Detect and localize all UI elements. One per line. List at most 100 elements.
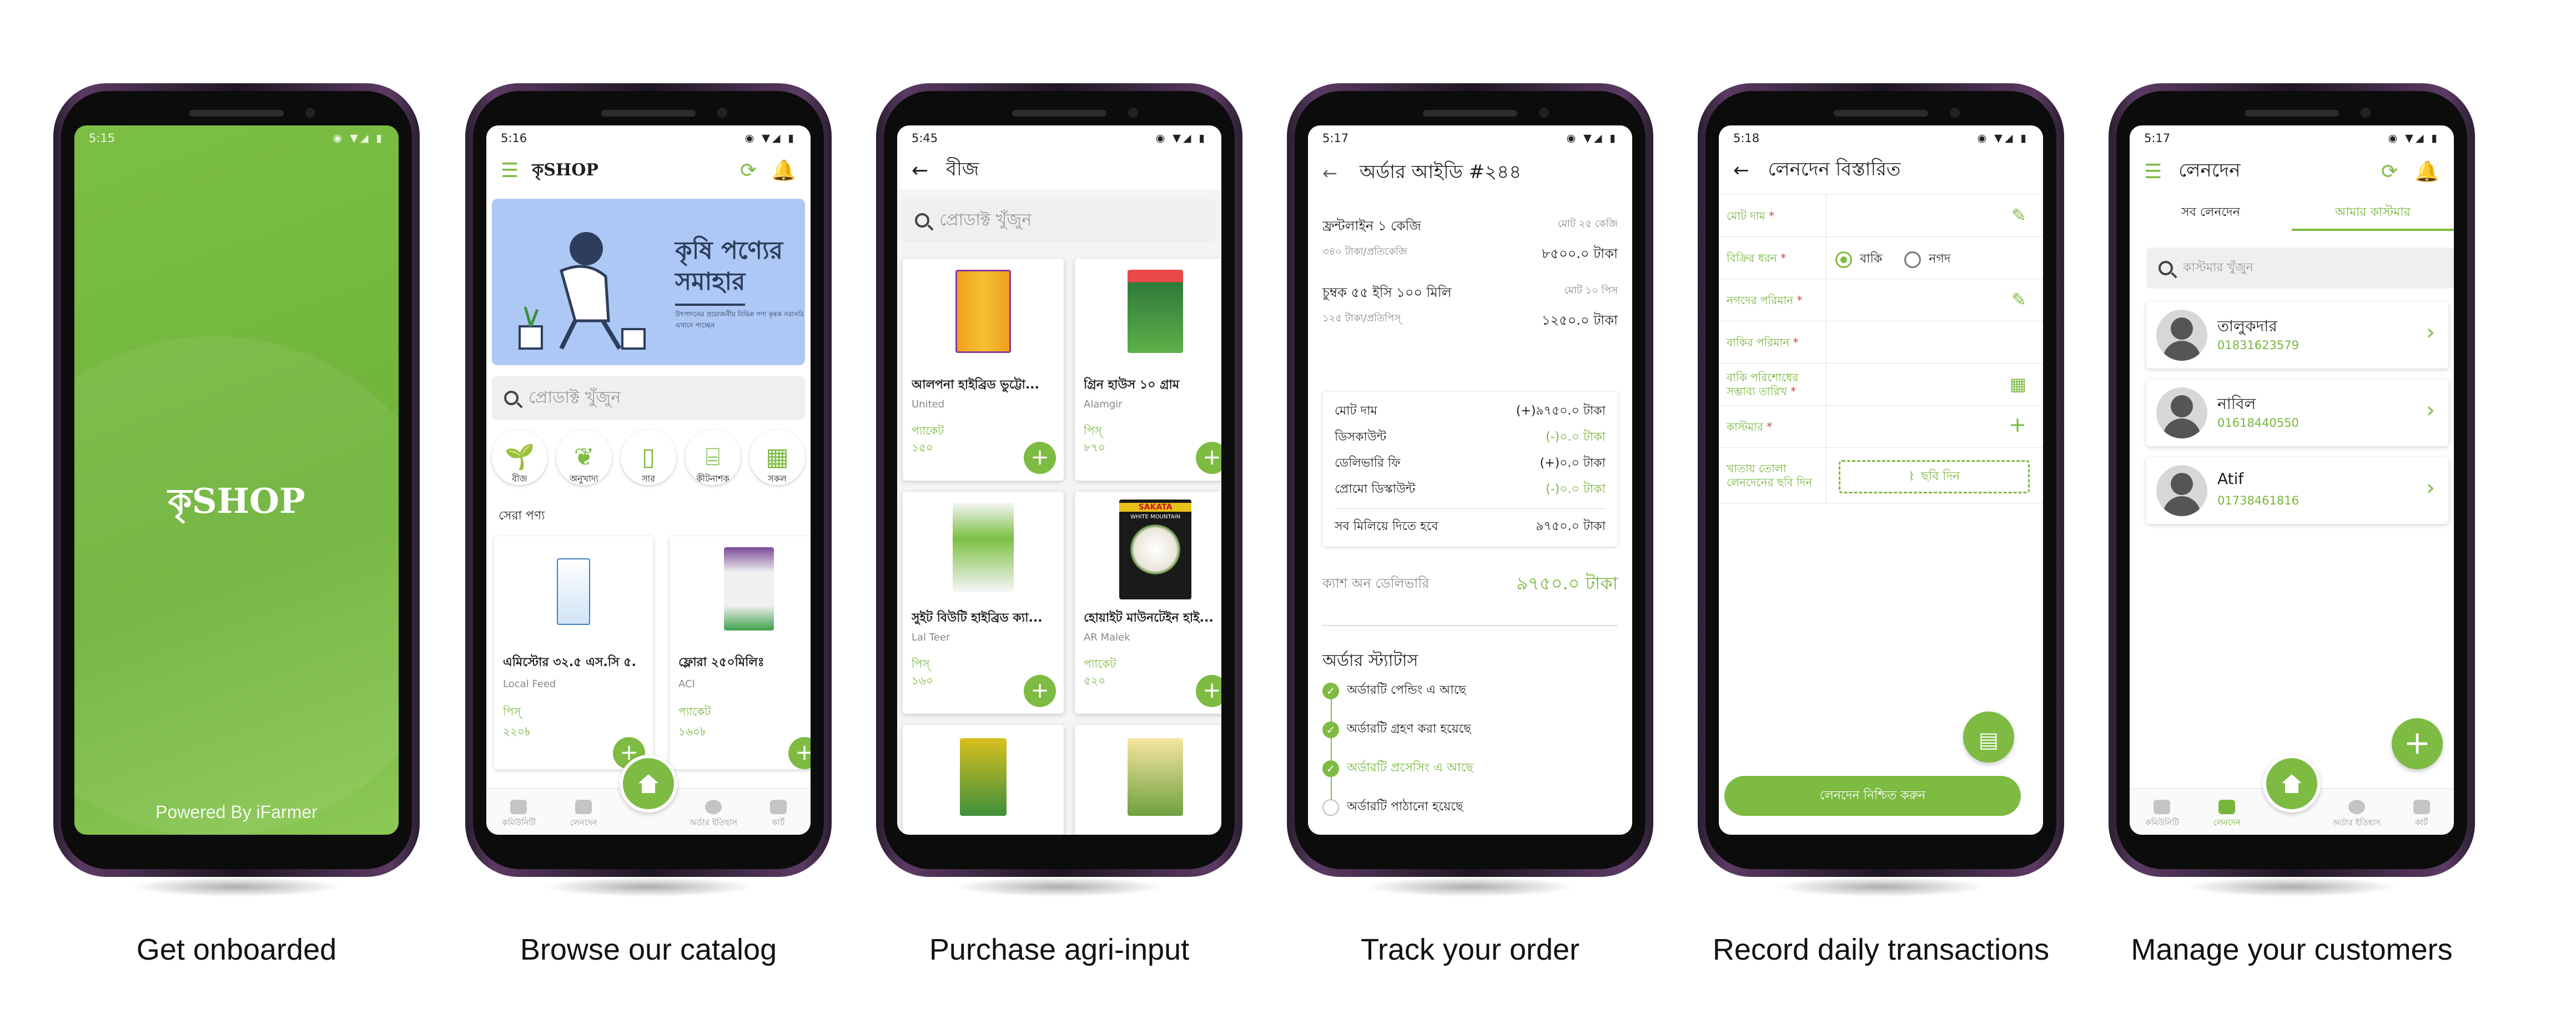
add-to-cart-button[interactable]: + — [1024, 442, 1056, 474]
add-to-cart-button[interactable]: + — [1024, 675, 1056, 707]
add-to-cart-button[interactable]: + — [1196, 442, 1221, 474]
product-unit: প্যাকেট — [1084, 657, 1116, 670]
field-sale-type: বিক্রির ধরন * বাকি নগদ — [1719, 237, 2043, 279]
promo-banner[interactable]: কৃষি পণ্যের সমাহার উৎপাদনের প্রয়োজনীয় … — [492, 199, 805, 365]
nav-cart[interactable]: কার্ট — [2391, 800, 2452, 830]
status-icons: ◉ ▼◢ ▮ — [744, 132, 796, 144]
customer-name: তালুকদার — [2217, 317, 2277, 335]
nav-transactions[interactable]: লেনদেন — [2196, 800, 2257, 830]
transaction-screen: 5:18 ◉ ▼◢ ▮ ← লেনদেন বিস্তারিত মোট দাম * ✎ … — [1719, 125, 2043, 835]
product-brand: Local Feed — [503, 678, 556, 690]
tab-my-customers[interactable]: আমার কাস্টমার — [2292, 198, 2454, 231]
field-cash-amount: নগদের পরিমান * ✎ — [1719, 279, 2043, 321]
ledger-icon — [575, 800, 592, 814]
product-unit: পিস্ — [912, 657, 930, 670]
nav-order-history[interactable]: অর্ডার ইতিহাস — [2326, 800, 2387, 830]
page-title: লেনদেন — [2178, 159, 2241, 181]
customer-card[interactable]: তালুকদার 01831623579 › — [2146, 302, 2448, 369]
add-photo-button[interactable]: ⌇ ছবি দিন — [1839, 460, 2030, 493]
phone-frame: 5:17 ◉ ▼◢ ▮ ← অর্ডার আইডি #২৪৪ ফ্রন্টলাইন … — [1287, 83, 1653, 877]
item-name: চুম্বক ৫৫ ইসি ১০০ মিলি — [1322, 285, 1452, 300]
ledger-icon — [2218, 800, 2236, 814]
calculator-button[interactable]: ▤ — [1963, 712, 2014, 763]
summary-label: ডেলিভারি ফি — [1335, 456, 1401, 470]
search-placeholder: কাস্টমার খুঁজুন — [2183, 260, 2253, 275]
grand-total-value: ৯৭৫০.০ টাকা — [1536, 519, 1606, 533]
home-button[interactable] — [2263, 755, 2321, 813]
add-icon[interactable]: + — [2009, 412, 2026, 437]
category-label: সার — [641, 473, 655, 484]
category-pesticide[interactable]: ⌸ কীটনাশক — [685, 430, 741, 487]
search-bar[interactable]: প্রোডাক্ট খুঁজুন — [903, 199, 1216, 242]
category-label: বীজ — [512, 473, 527, 484]
sync-icon[interactable]: ⟳ — [740, 159, 757, 182]
product-card[interactable]: আলপনা হাইব্রিড ভুট্টো... United প্যাকেট … — [903, 259, 1064, 481]
status-title: অর্ডার স্ট্যাটাস — [1322, 651, 1418, 670]
item-total: ৮৫০০.০ টাকা — [1541, 246, 1618, 261]
category-fertilizer[interactable]: ▯ সার — [621, 430, 676, 487]
phone-shadow — [2186, 877, 2397, 897]
category-seed[interactable]: 🌱 বীজ — [492, 430, 547, 487]
phone-transactions: 5:18 ◉ ▼◢ ▮ ← লেনদেন বিস্তারিত মোট দাম * ✎ … — [1698, 83, 2064, 1024]
app-logo: কৃSHOP — [532, 160, 598, 180]
cart-icon — [2413, 800, 2430, 814]
nav-transactions[interactable]: লেনদেন — [553, 800, 614, 830]
add-to-cart-button[interactable]: + — [788, 737, 811, 769]
phone-shadow — [131, 877, 342, 897]
package-label: WHITE MOUNTAIN — [1130, 514, 1180, 520]
product-name: গ্রিন হাউস ১০ গ্রাম — [1084, 378, 1180, 392]
menu-icon[interactable]: ☰ — [501, 159, 519, 182]
phone-shadow — [1775, 877, 1986, 897]
radio-due[interactable] — [1835, 251, 1852, 268]
product-card[interactable]: এমিস্টোর ৩২.৫ এস.সি ৫... Local Feed পিস্… — [494, 536, 653, 769]
back-arrow-icon[interactable]: ← — [1733, 159, 1749, 181]
field-label: খাতায় তোলা লেনদেনের ছবি দিন — [1727, 462, 1813, 489]
product-card[interactable] — [1075, 725, 1221, 835]
menu-icon[interactable]: ☰ — [2144, 160, 2162, 183]
customer-search-bar[interactable]: কাস্টমার খুঁজুন — [2146, 248, 2454, 289]
product-unit: পিস্ — [503, 705, 521, 718]
edit-pencil-icon[interactable]: ✎ — [2011, 205, 2026, 226]
product-image: SAKATA WHITE MOUNTAIN — [1119, 500, 1191, 599]
nav-order-history[interactable]: অর্ডার ইতিহাস — [683, 800, 744, 830]
showcase: 5:15 ◉ ▼◢ ▮ কৃSHOP Powered By iFarmer Get… — [0, 0, 2576, 1024]
nav-cart[interactable]: কার্ট — [748, 800, 809, 830]
add-to-cart-button[interactable]: + — [1196, 675, 1221, 707]
customer-card[interactable]: Atif 01738461816 › — [2146, 457, 2448, 524]
radio-cash[interactable] — [1904, 251, 1921, 268]
phone-frame: 5:17 ◉ ▼◢ ▮ ☰ লেনদেন ⟳ 🔔 সব লেনদেন আমার কাস… — [2109, 83, 2475, 877]
status-icons: ◉ ▼◢ ▮ — [2388, 132, 2439, 144]
nav-community[interactable]: কমিউনিটি — [488, 800, 549, 830]
product-name: হোয়াইট মাউনটেইন হাই... — [1084, 611, 1214, 625]
category-all[interactable]: ▦ সকল — [749, 430, 805, 487]
product-card[interactable] — [903, 725, 1064, 835]
back-arrow-icon[interactable]: ← — [1322, 163, 1337, 184]
calendar-icon[interactable]: ▦ — [2010, 374, 2026, 395]
product-card[interactable]: ফ্লোরা ২৫০মিলিঃ ACI প্যাকেট ১৬০৳ + — [670, 536, 811, 769]
home-button[interactable] — [620, 755, 677, 813]
edit-pencil-icon[interactable]: ✎ — [2011, 289, 2026, 310]
tab-all-transactions[interactable]: সব লেনদেন — [2130, 198, 2292, 231]
customer-phone: 01831623579 — [2217, 339, 2299, 352]
customer-card[interactable]: নাবিল 01618440550 › — [2146, 380, 2448, 446]
sync-icon[interactable]: ⟳ — [2381, 160, 2398, 183]
nav-community[interactable]: কমিউনিটি — [2131, 800, 2192, 830]
status-time: 5:45 — [912, 132, 938, 145]
category-feed[interactable]: ❦ অনুখাদ্য — [556, 430, 612, 487]
bell-icon[interactable]: 🔔 — [771, 159, 796, 182]
search-bar[interactable]: প্রোডাক্ট খুঁজুন — [492, 376, 805, 420]
tab-label: আমার কাস্টমার — [2335, 205, 2411, 219]
product-card[interactable]: SAKATA WHITE MOUNTAIN হোয়াইট মাউনটেইন হ… — [1075, 492, 1221, 714]
confirm-transaction-button[interactable]: লেনদেন নিশ্চিত করুন — [1724, 776, 2021, 816]
product-card[interactable]: গ্রিন হাউস ১০ গ্রাম Alamgir পিস্ ৮৭০ + — [1075, 259, 1221, 481]
chevron-right-icon: › — [2426, 475, 2435, 501]
banner-title-2: সমাহার — [675, 263, 746, 306]
back-arrow-icon[interactable]: ← — [912, 159, 928, 182]
customer-phone: 01618440550 — [2217, 416, 2299, 430]
bell-icon[interactable]: 🔔 — [2414, 160, 2439, 183]
product-card[interactable]: সুইট বিউটি হাইব্রিড ক্যা... Lal Teer পিস… — [903, 492, 1064, 714]
product-name: আলপনা হাইব্রিড ভুট্টো... — [912, 378, 1039, 392]
order-items: ফ্রন্টলাইন ১ কেজি মোট ২৫ কেজি ৩৪০ টাকা/প্… — [1322, 213, 1618, 346]
add-customer-button[interactable]: + — [2392, 718, 2443, 769]
nav-label: কার্ট — [2415, 818, 2428, 828]
